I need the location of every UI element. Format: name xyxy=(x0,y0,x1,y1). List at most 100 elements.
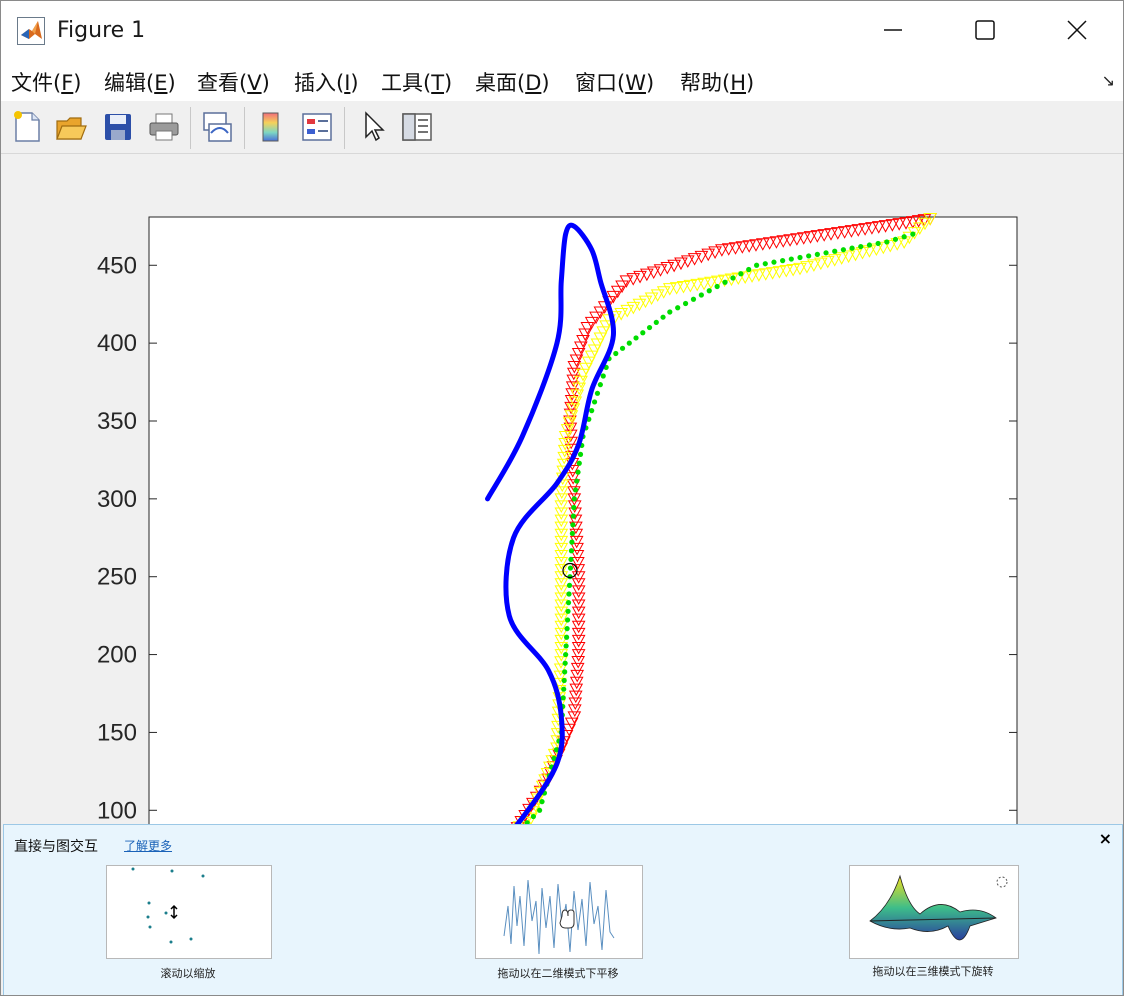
data-point-dot xyxy=(667,309,673,315)
figure-canvas[interactable]: 100 150 200 250 300 350 400 450 xyxy=(1,154,1123,826)
data-point-dot xyxy=(682,300,689,307)
data-point-dot xyxy=(577,451,584,457)
data-point-dot xyxy=(780,258,786,264)
data-point-dot xyxy=(571,496,577,502)
print-icon[interactable] xyxy=(147,109,181,145)
rotate-demo xyxy=(849,865,1019,959)
toolbar-separator xyxy=(344,107,345,149)
data-point-dot xyxy=(660,314,666,320)
minimize-button[interactable] xyxy=(847,1,939,59)
interaction-tips-banner: 直接与图交互 了解更多 × 滚动以缩放 拖动以在二维模式下平移 拖动以在三维模式… xyxy=(3,824,1123,995)
axes-box xyxy=(148,216,1018,826)
insert-legend-icon[interactable] xyxy=(300,109,334,145)
figure-toolbar xyxy=(1,101,1123,154)
menu-file[interactable]: 文件(F) xyxy=(11,67,82,97)
close-button[interactable] xyxy=(1031,1,1123,59)
y-tick-label: 250 xyxy=(97,564,137,591)
figure-window: Figure 1 文件(F) 编辑(E) 查看(V) 插入(I) 工具(T) 桌… xyxy=(0,0,1124,996)
y-tick-label: 200 xyxy=(97,642,137,669)
plot-svg[interactable]: 100 150 200 250 300 350 400 450 xyxy=(1,154,1123,826)
maximize-button[interactable] xyxy=(939,1,1031,59)
y-tick-label: 450 xyxy=(97,252,137,279)
data-point-dot xyxy=(564,617,571,623)
menu-tools[interactable]: 工具(T) xyxy=(381,67,452,97)
data-point-dot xyxy=(619,345,626,351)
data-point-dot xyxy=(892,236,899,242)
data-point-dot xyxy=(600,373,606,379)
data-point-dot xyxy=(706,288,712,294)
data-point-dot xyxy=(675,305,681,311)
menu-help[interactable]: 帮助(H) xyxy=(680,67,754,97)
link-plot-icon[interactable] xyxy=(200,109,234,145)
data-point-dot xyxy=(565,600,572,606)
data-point-dot xyxy=(568,556,574,563)
data-point-dot xyxy=(730,275,736,281)
data-point-dot xyxy=(901,234,907,240)
data-point-dot xyxy=(640,330,646,336)
data-point-dot xyxy=(561,686,567,692)
data-point-dot xyxy=(562,669,568,675)
data-point-dot xyxy=(597,382,603,388)
data-point-dot xyxy=(613,350,619,357)
matlab-logo-icon xyxy=(17,17,45,45)
banner-close-button[interactable]: × xyxy=(1099,829,1112,848)
menu-view[interactable]: 查看(V) xyxy=(197,67,270,97)
data-point-dot xyxy=(569,530,575,537)
data-point-dot xyxy=(563,651,569,658)
data-point-dot xyxy=(537,807,543,813)
data-point-dot xyxy=(788,256,794,262)
data-point-dot xyxy=(574,478,580,484)
edit-plot-pointer-icon[interactable] xyxy=(356,109,390,145)
data-point-dot xyxy=(564,626,570,632)
open-file-icon[interactable] xyxy=(54,109,88,145)
new-figure-icon[interactable] xyxy=(10,109,44,145)
menu-edit[interactable]: 编辑(E) xyxy=(104,67,176,97)
menu-bar: 文件(F) 编辑(E) 查看(V) 插入(I) 工具(T) 桌面(D) 窗口(W… xyxy=(1,59,1123,101)
menu-insert[interactable]: 插入(I) xyxy=(294,67,359,97)
window-title: Figure 1 xyxy=(57,18,146,43)
data-point-dot xyxy=(814,251,820,257)
data-point-dot xyxy=(746,266,752,273)
data-point-dot xyxy=(560,695,566,701)
insert-colorbar-icon[interactable] xyxy=(254,109,288,145)
collapse-arrow-icon[interactable]: ↘ xyxy=(1102,71,1115,90)
data-point-dot xyxy=(875,240,881,247)
data-point-dot xyxy=(832,248,838,254)
toolbar-separator xyxy=(244,107,245,149)
data-point-dot xyxy=(840,247,847,253)
data-point-dot xyxy=(565,608,571,614)
data-point-dot xyxy=(866,242,873,248)
save-icon[interactable] xyxy=(101,109,135,145)
data-point-dot xyxy=(568,548,575,554)
data-point-dot xyxy=(570,522,576,528)
data-point-dot xyxy=(910,231,916,237)
data-point-dot xyxy=(646,324,653,331)
data-point-dot xyxy=(564,634,570,640)
data-point-dot xyxy=(797,254,803,261)
data-point-dot xyxy=(539,799,545,805)
data-point-dot xyxy=(762,261,768,267)
y-tick-label: 300 xyxy=(97,486,137,513)
data-point-dot xyxy=(563,643,569,649)
pan-demo-caption: 拖动以在二维模式下平移 xyxy=(497,967,619,980)
property-inspector-icon[interactable] xyxy=(400,109,434,145)
data-point-dot xyxy=(771,259,777,265)
data-point-dot xyxy=(567,565,574,571)
menu-desktop[interactable]: 桌面(D) xyxy=(475,67,550,97)
data-point-dot xyxy=(653,319,659,325)
rotate-demo-caption: 拖动以在三维模式下旋转 xyxy=(872,965,994,978)
data-point-dot xyxy=(806,253,812,259)
title-bar: Figure 1 xyxy=(1,1,1123,59)
banner-title: 直接与图交互 xyxy=(14,839,98,855)
zoom-demo-caption: 滚动以缩放 xyxy=(160,967,216,980)
data-point-dot xyxy=(626,340,632,346)
learn-more-link[interactable]: 了解更多 xyxy=(124,837,172,854)
toolbar-separator xyxy=(190,107,191,149)
data-point-dot xyxy=(566,591,572,597)
data-point-dot xyxy=(698,292,704,298)
data-point-dot xyxy=(594,390,601,396)
data-point-dot xyxy=(823,250,829,256)
menu-window[interactable]: 窗口(W) xyxy=(575,67,654,97)
y-tick-label: 400 xyxy=(97,330,137,357)
data-point-dot xyxy=(562,660,568,666)
